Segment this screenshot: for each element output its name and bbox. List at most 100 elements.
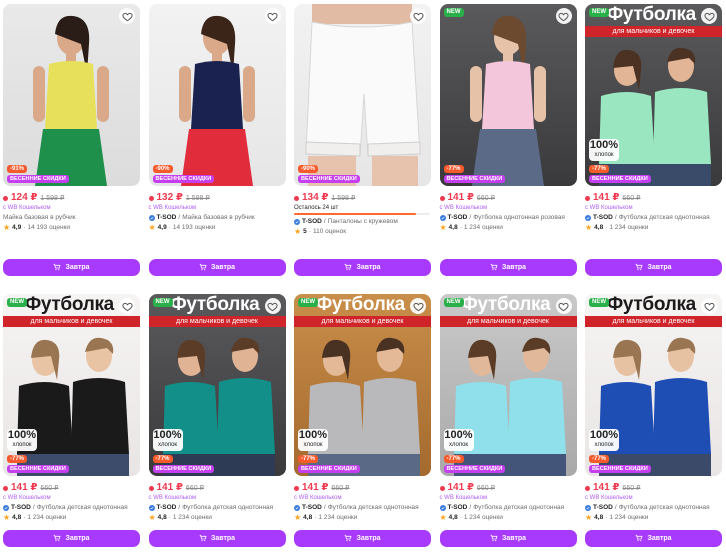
product-image[interactable]: Футболка для мальчиков и девочек NEW 100% хл…	[3, 294, 140, 476]
product-title[interactable]: T-SOD / Футболка детская однотонная	[3, 503, 140, 512]
add-to-cart-button[interactable]: Завтра	[439, 530, 577, 547]
product-title[interactable]: T-SOD / Панталоны с кружевом	[294, 217, 431, 226]
rating-row: ★ 4,8 · 1 234 оценки	[585, 222, 722, 232]
product-image[interactable]: Футболка для мальчиков и девочек NEW 100% хл…	[585, 4, 722, 186]
heart-icon[interactable]	[701, 8, 717, 24]
price-row: 141 ₽660 ₽	[439, 192, 577, 204]
product-image[interactable]: -90% ВЕСЕННИЕ СКИДКИ	[294, 4, 431, 186]
cotton-badge: 100% хлопок	[589, 429, 619, 451]
rating-row: ★ 4,8 · 1 234 оценки	[294, 512, 431, 522]
product-image[interactable]: NEW -77% ВЕСЕННИЕ СКИДКИ	[439, 4, 577, 186]
check-badge-icon	[585, 504, 591, 511]
price-dot-icon	[585, 195, 590, 201]
delivery-label: Завтра	[356, 264, 381, 271]
product-card[interactable]: -91% ВЕСЕННИЕ СКИДКИ 124 ₽1 598 ₽ с WB Коше…	[3, 4, 140, 290]
product-card[interactable]: Футболка для мальчиков и девочек NEW 100% хл…	[3, 294, 140, 552]
heart-icon[interactable]	[410, 298, 426, 314]
price-dot-icon	[294, 195, 299, 201]
product-image[interactable]: -90% ВЕСЕННИЕ СКИДКИ	[148, 4, 286, 186]
check-badge-icon	[294, 218, 300, 225]
add-to-cart-button[interactable]: Завтра	[148, 530, 286, 547]
heart-icon[interactable]	[410, 8, 426, 24]
heart-icon[interactable]	[119, 298, 135, 314]
product-title[interactable]: T-SOD / Футболка детская однотонная	[148, 503, 286, 512]
add-to-cart-button[interactable]: Завтра	[439, 259, 577, 276]
brand-name: T-SOD	[593, 504, 613, 511]
product-title[interactable]: T-SOD / Майка базовая в рубчик	[148, 213, 286, 222]
product-image[interactable]: Футболка для мальчиков и девочек NEW 100% хл…	[585, 294, 722, 476]
product-photo	[178, 15, 255, 186]
banner-title: Футболка	[316, 294, 405, 315]
product-name: Футболка детская однотонная	[618, 214, 710, 221]
product-title[interactable]: T-SOD / Футболка детская однотонная	[439, 503, 577, 512]
cotton-badge: 100% хлопок	[589, 139, 619, 161]
star-icon: ★	[294, 226, 302, 236]
rating-value: 4,8	[594, 513, 604, 521]
product-image[interactable]: Футболка для мальчиков и девочек NEW 100% хл…	[294, 294, 431, 476]
add-to-cart-button[interactable]: Завтра	[294, 259, 431, 276]
rating-sep: ·	[23, 513, 26, 521]
product-card[interactable]: Футболка для мальчиков и девочек NEW 100% хл…	[585, 294, 722, 552]
product-title[interactable]: T-SOD / Футболка однотонная розовая	[439, 213, 577, 222]
product-title[interactable]: Майка базовая в рубчик	[3, 213, 140, 222]
banner-subtitle: для мальчиков и девочек	[585, 26, 722, 37]
cotton-label: хлопок	[594, 152, 614, 158]
price-row: 141 ₽660 ₽	[585, 192, 722, 204]
add-to-cart-button[interactable]: Завтра	[3, 530, 140, 547]
product-title[interactable]: T-SOD / Футболка детская однотонная	[585, 213, 722, 222]
rating-value: 4,8	[157, 513, 167, 521]
check-badge-icon	[3, 504, 9, 511]
cotton-badge: 100% хлопок	[443, 429, 474, 451]
heart-icon[interactable]	[701, 298, 717, 314]
cotton-percent: 100%	[444, 429, 473, 441]
product-image[interactable]: Футболка для мальчиков и девочек NEW 100% хл…	[148, 294, 286, 476]
product-card[interactable]: Футболка для мальчиков и девочек NEW 100% хл…	[294, 294, 431, 552]
product-title[interactable]: T-SOD / Футболка детская однотонная	[294, 503, 431, 512]
reviews-count: 1 234 оценки	[609, 223, 649, 231]
heart-icon[interactable]	[119, 8, 135, 24]
star-icon: ★	[439, 512, 447, 522]
product-card[interactable]: Футболка для мальчиков и девочек NEW 100% хл…	[439, 294, 577, 552]
heart-icon[interactable]	[555, 298, 572, 314]
product-image[interactable]: -91% ВЕСЕННИЕ СКИДКИ	[3, 4, 140, 186]
add-to-cart-button[interactable]: Завтра	[294, 530, 431, 547]
wallet-label: с WB Кошельком	[585, 495, 633, 501]
current-price: 124 ₽	[11, 192, 38, 203]
rating-row: ★ 4,8 · 1 234 оценки	[440, 512, 577, 522]
discount-badge: -77%	[298, 455, 319, 463]
product-card[interactable]: -90% ВЕСЕННИЕ СКИДКИ 132 ₽1 598 ₽ с WB Коше…	[148, 4, 286, 290]
discount-badge: -91%	[7, 165, 28, 173]
spring-sale-badge: ВЕСЕННИЕ СКИДКИ	[298, 465, 360, 473]
price-row: 141 ₽660 ₽	[585, 482, 722, 494]
add-to-cart-button[interactable]: Завтра	[148, 259, 286, 276]
price-dot-icon	[585, 485, 590, 491]
add-to-cart-button[interactable]: Завтра	[585, 259, 722, 276]
product-card[interactable]: NEW -77% ВЕСЕННИЕ СКИДКИ 141 ₽660 ₽ с WB Кош…	[439, 4, 577, 290]
wallet-label: с WB Кошельком	[439, 495, 488, 501]
add-to-cart-button[interactable]: Завтра	[3, 259, 140, 276]
star-icon: ★	[3, 222, 11, 232]
product-name: Футболка детская однотонная	[182, 504, 274, 511]
banner-subtitle: для мальчиков и девочек	[148, 316, 286, 327]
product-title[interactable]: T-SOD / Футболка детская однотонная	[585, 503, 722, 512]
product-card[interactable]: Футболка для мальчиков и девочек NEW 100% хл…	[585, 4, 722, 290]
add-to-cart-button[interactable]: Завтра	[585, 530, 722, 547]
rating-row: ★ 4,8 · 1 234 оценки	[440, 222, 577, 232]
heart-icon[interactable]	[555, 8, 572, 24]
current-price: 141 ₽	[593, 482, 620, 493]
old-price: 660 ₽	[40, 485, 59, 492]
spring-sale-badge: ВЕСЕННИЕ СКИДКИ	[443, 175, 506, 183]
heart-icon[interactable]	[264, 298, 281, 314]
title-separator: /	[614, 214, 617, 221]
product-card[interactable]: Футболка для мальчиков и девочек NEW 100% хл…	[148, 294, 286, 552]
heart-icon[interactable]	[264, 8, 281, 24]
spring-sale-badge: ВЕСЕННИЕ СКИДКИ	[589, 465, 651, 473]
product-info: 124 ₽1 598 ₽ с WB Кошельком Майка базовая …	[3, 192, 140, 232]
product-info: 141 ₽660 ₽ с WB Кошельком T-SOD / Футболка о…	[439, 192, 577, 232]
old-price: 660 ₽	[185, 485, 204, 492]
old-price: 1 598 ₽	[331, 195, 356, 202]
rating-sep: ·	[168, 513, 171, 521]
product-info: 141 ₽660 ₽ с WB Кошельком T-SOD / Футболка д…	[439, 482, 577, 522]
product-card[interactable]: -90% ВЕСЕННИЕ СКИДКИ 134 ₽1 598 ₽ Осталось …	[294, 4, 431, 290]
product-image[interactable]: Футболка для мальчиков и девочек NEW 100% хл…	[439, 294, 577, 476]
